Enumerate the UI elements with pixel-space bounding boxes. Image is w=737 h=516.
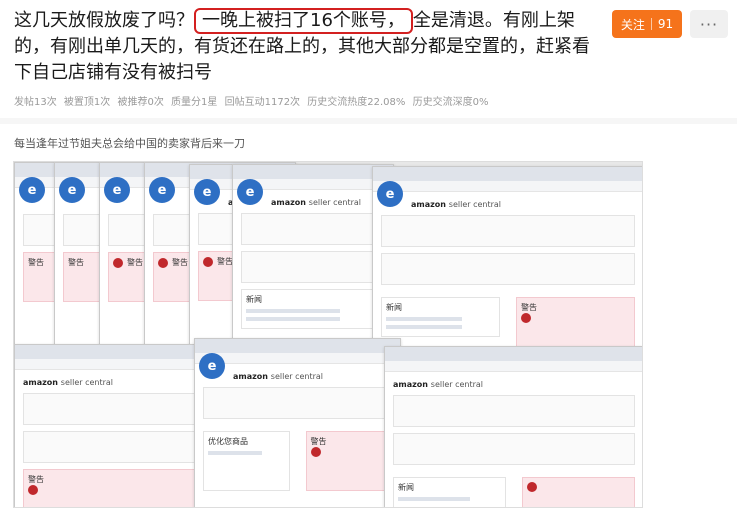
browser-logo-icon: e <box>199 353 225 379</box>
stat-heat: 历史交流热度22.08% <box>307 97 406 108</box>
post-title: 这几天放假放废了吗？ 一晚上被扫了16个账号， 全是清退。有刚上架的，有刚出单几天的… <box>14 8 594 86</box>
seller-window-7: e amazon seller central 新闻 警告 <box>372 166 642 368</box>
seller-window-10: amazon seller central 新闻 <box>384 346 642 507</box>
stat-quality: 质量分1星 <box>171 97 218 108</box>
section-divider <box>0 118 737 124</box>
stat-replies: 回帖互动1172次 <box>224 97 301 108</box>
more-button[interactable]: ··· <box>690 10 728 38</box>
follow-count: 91 <box>657 17 674 31</box>
title-highlight: 一晚上被扫了16个账号， <box>194 8 413 34</box>
image-caption: 每当逢年过节姐夫总会给中国的卖家背后来一刀 <box>14 137 245 150</box>
browser-logo-icon: e <box>19 177 45 203</box>
browser-logo-icon: e <box>194 179 220 205</box>
more-icon: ··· <box>699 14 719 34</box>
seller-window-8: amazon seller central 警告 <box>14 344 216 507</box>
follow-separator <box>650 18 652 30</box>
browser-logo-icon: e <box>59 177 85 203</box>
browser-logo-icon: e <box>104 177 130 203</box>
browser-logo-icon: e <box>237 179 263 205</box>
browser-logo-icon: e <box>377 181 403 207</box>
stat-pinned: 被置顶1次 <box>63 97 111 108</box>
author-stats: 发帖13次 被置顶1次 被推荐0次 质量分1星 回帖互动1172次 历史交流热度… <box>14 93 492 108</box>
title-text-start: 这几天放假放废了吗？ <box>14 10 194 31</box>
stat-recommended: 被推荐0次 <box>117 97 164 108</box>
follow-label: 关注 <box>620 17 645 32</box>
seller-window-9: e amazon seller central 优化您商品 警告 <box>194 338 401 507</box>
stat-posts: 发帖13次 <box>14 97 57 108</box>
screenshot-collage-image[interactable]: e 警告 e 警告 e 警告 e 警告 e amazon seller cent… <box>13 161 643 508</box>
stat-depth: 历史交流深度0% <box>412 97 489 108</box>
browser-logo-icon: e <box>149 177 175 203</box>
follow-button[interactable]: 关注 91 <box>612 10 682 38</box>
